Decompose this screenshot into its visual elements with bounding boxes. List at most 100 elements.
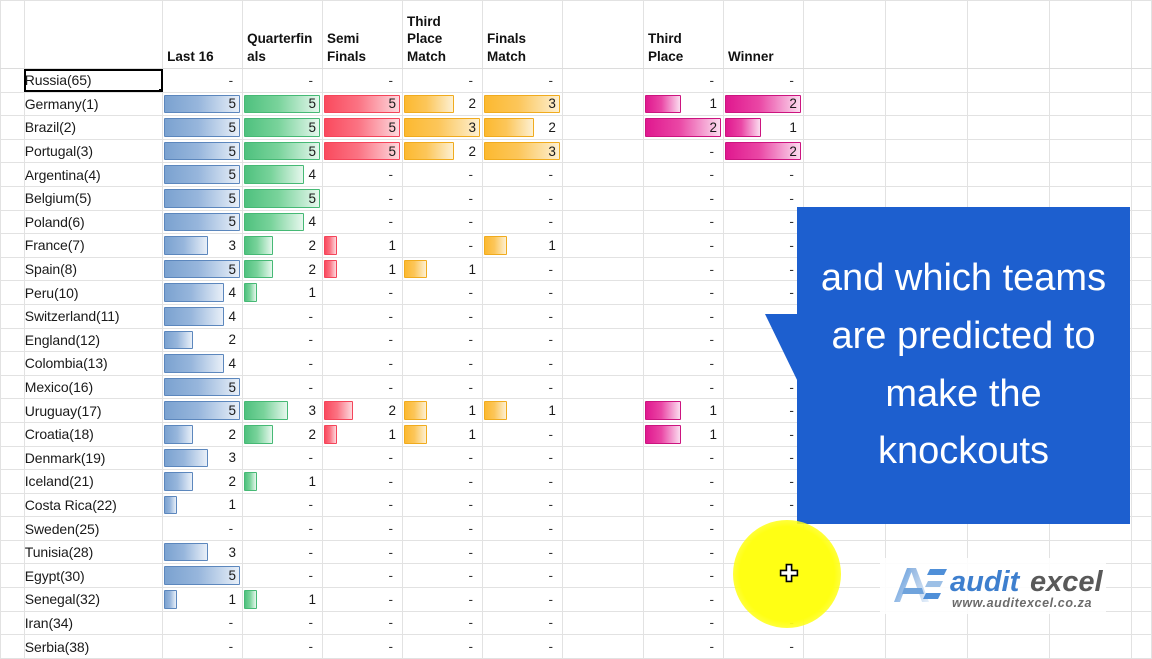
cell-semifinals[interactable]: - xyxy=(322,492,403,518)
cell-semifinals[interactable]: - xyxy=(322,445,403,471)
cell-quarterfinals[interactable]: - xyxy=(242,634,324,659)
cell-third-place[interactable]: - xyxy=(642,138,724,164)
cell-team-name[interactable]: Croatia(18) xyxy=(23,421,164,447)
cell-team-name[interactable]: Tunisia(28) xyxy=(23,539,164,565)
cell-blank[interactable] xyxy=(967,634,1051,659)
cell-quarterfinals[interactable]: 1 xyxy=(242,280,324,305)
cell-finals-match[interactable]: - xyxy=(481,587,563,612)
cell-team-name[interactable]: Sweden(25) xyxy=(23,516,164,541)
cell-third-place[interactable]: - xyxy=(642,162,724,187)
cell-third-place[interactable]: - xyxy=(642,185,724,211)
cell-spacer[interactable] xyxy=(561,280,644,305)
cell-finals-match[interactable]: 1 xyxy=(481,398,563,423)
cell-blank[interactable] xyxy=(1131,398,1152,423)
cell-semifinals[interactable]: - xyxy=(322,539,403,565)
cell-blank[interactable] xyxy=(967,162,1051,187)
cell-finals-match[interactable]: - xyxy=(481,539,563,565)
cell-finals-match[interactable]: - xyxy=(481,162,563,187)
table-row[interactable]: Germany(1) 5 5 5 2 3 1 2 xyxy=(0,91,1152,117)
cell-spacer[interactable] xyxy=(561,162,644,187)
cell-third-place-match[interactable]: - xyxy=(402,539,483,565)
cell-finals-match[interactable]: - xyxy=(481,445,563,471)
cell-finals-match[interactable]: - xyxy=(481,185,563,211)
cell-finals-match[interactable]: - xyxy=(481,209,563,235)
cell-quarterfinals[interactable]: - xyxy=(242,303,324,329)
cell-blank[interactable] xyxy=(1131,303,1152,329)
cell-last16[interactable]: 4 xyxy=(162,351,244,376)
table-row[interactable]: Serbia(38) - - - - - - - xyxy=(0,634,1152,659)
cell-blank[interactable] xyxy=(1131,634,1152,659)
cell-spacer[interactable] xyxy=(561,563,644,589)
cell-semifinals[interactable]: 1 xyxy=(322,233,403,258)
cell-third-place-match[interactable]: 1 xyxy=(402,256,483,282)
cell-third-place-match[interactable]: - xyxy=(402,610,483,636)
cell-winner[interactable]: - xyxy=(722,445,804,471)
cell-semifinals[interactable]: - xyxy=(322,185,403,211)
cell-last16[interactable]: 5 xyxy=(162,209,244,235)
cell-quarterfinals[interactable]: - xyxy=(242,68,324,93)
cell-spacer[interactable] xyxy=(561,492,644,518)
cell-quarterfinals[interactable]: 1 xyxy=(242,469,324,494)
cell-last16[interactable]: 5 xyxy=(162,374,244,400)
cell-quarterfinals[interactable]: 5 xyxy=(242,115,324,140)
cell-third-place[interactable]: - xyxy=(642,209,724,235)
cell-third-place-match[interactable]: 1 xyxy=(402,421,483,447)
cell-blank[interactable] xyxy=(885,634,969,659)
cell-blank[interactable] xyxy=(967,91,1051,117)
table-row[interactable]: Iran(34) - - - - - - - xyxy=(0,610,1152,636)
cell-quarterfinals[interactable]: - xyxy=(242,516,324,541)
cell-last16[interactable]: - xyxy=(162,610,244,636)
cell-finals-match[interactable]: - xyxy=(481,563,563,589)
cell-semifinals[interactable]: 5 xyxy=(322,138,403,164)
cell-third-place[interactable]: - xyxy=(642,587,724,612)
table-row[interactable]: Portugal(3) 5 5 5 2 3 - 2 xyxy=(0,138,1152,164)
cell-winner[interactable]: - xyxy=(722,492,804,518)
cell-third-place-match[interactable]: - xyxy=(402,469,483,494)
cell-spacer[interactable] xyxy=(561,233,644,258)
cell-spacer[interactable] xyxy=(561,469,644,494)
table-row[interactable]: Argentina(4) 5 4 - - - - - xyxy=(0,162,1152,187)
cell-blank[interactable] xyxy=(1131,327,1152,353)
cell-spacer[interactable] xyxy=(561,256,644,282)
cell-quarterfinals[interactable]: - xyxy=(242,374,324,400)
cell-blank[interactable] xyxy=(967,68,1051,93)
cell-blank[interactable] xyxy=(1131,185,1152,211)
cell-team-name[interactable]: Serbia(38) xyxy=(23,634,164,659)
cell-third-place[interactable]: - xyxy=(642,68,724,93)
cell-semifinals[interactable]: - xyxy=(322,327,403,353)
cell-blank[interactable] xyxy=(1131,162,1152,187)
cell-blank[interactable] xyxy=(802,634,887,659)
cell-semifinals[interactable]: - xyxy=(322,563,403,589)
cell-blank[interactable] xyxy=(802,539,887,565)
cell-last16[interactable]: - xyxy=(162,634,244,659)
cell-last16[interactable]: - xyxy=(162,68,244,93)
cell-quarterfinals[interactable]: 2 xyxy=(242,421,324,447)
cell-last16[interactable]: 1 xyxy=(162,492,244,518)
cell-third-place[interactable]: - xyxy=(642,303,724,329)
cell-finals-match[interactable]: - xyxy=(481,303,563,329)
cell-quarterfinals[interactable]: 2 xyxy=(242,233,324,258)
cell-third-place[interactable]: - xyxy=(642,469,724,494)
cell-blank[interactable] xyxy=(1131,539,1152,565)
cell-finals-match[interactable]: - xyxy=(481,492,563,518)
cell-third-place-match[interactable]: - xyxy=(402,374,483,400)
cell-winner[interactable]: 1 xyxy=(722,115,804,140)
cell-blank[interactable] xyxy=(1131,256,1152,282)
cell-third-place[interactable]: - xyxy=(642,516,724,541)
cell-spacer[interactable] xyxy=(561,209,644,235)
cell-third-place[interactable]: - xyxy=(642,351,724,376)
cell-winner[interactable]: - xyxy=(722,162,804,187)
cell-last16[interactable]: 3 xyxy=(162,539,244,565)
cell-blank[interactable] xyxy=(885,138,969,164)
cell-blank[interactable] xyxy=(1131,492,1152,518)
cell-semifinals[interactable]: 1 xyxy=(322,421,403,447)
cell-quarterfinals[interactable]: 2 xyxy=(242,256,324,282)
cell-blank[interactable] xyxy=(1131,280,1152,305)
cell-semifinals[interactable]: - xyxy=(322,351,403,376)
cell-quarterfinals[interactable]: 5 xyxy=(242,138,324,164)
cell-finals-match[interactable]: - xyxy=(481,351,563,376)
cell-blank[interactable] xyxy=(1131,516,1152,541)
cell-blank[interactable] xyxy=(885,162,969,187)
cell-third-place-match[interactable]: - xyxy=(402,303,483,329)
cell-third-place-match[interactable]: - xyxy=(402,185,483,211)
